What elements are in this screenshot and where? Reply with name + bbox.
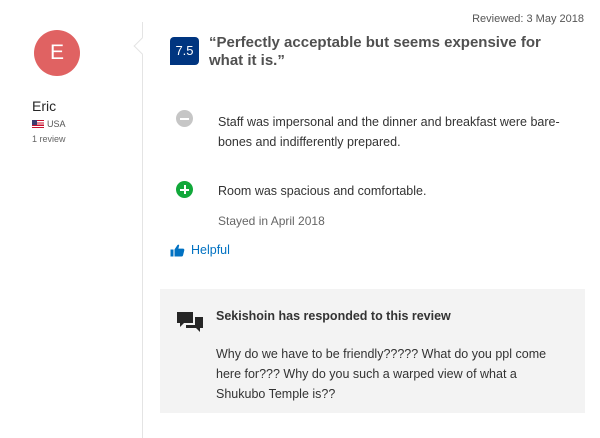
chat-bubbles-icon [177,312,203,332]
column-divider [142,22,143,438]
thumbs-up-icon [170,244,185,256]
reviewed-date: Reviewed: 3 May 2018 [472,13,584,25]
reviewer-panel: E Eric USA 1 review [0,0,142,438]
review-title: “Perfectly acceptable but seems expensiv… [209,34,541,69]
reviewer-country-label: USA [47,119,66,129]
positive-comment: Room was spacious and comfortable. [218,184,427,198]
score-badge: 7.5 [170,37,199,65]
minus-circle-icon [176,110,193,127]
response-text: Why do we have to be friendly????? What … [216,347,547,401]
stay-date: Stayed in April 2018 [218,214,325,228]
response-heading: Sekishoin has responded to this review [216,309,451,323]
reviewer-country: USA [32,119,66,129]
property-response: Sekishoin has responded to this review W… [160,289,585,413]
avatar[interactable]: E [34,30,80,76]
negative-comment: Staff was impersonal and the dinner and … [218,115,560,149]
plus-circle-icon [176,181,193,198]
helpful-button[interactable]: Helpful [170,243,230,257]
helpful-label: Helpful [191,243,230,257]
reviewer-review-count: 1 review [32,134,66,144]
reviewer-name[interactable]: Eric [32,98,56,114]
us-flag-icon [32,120,44,128]
